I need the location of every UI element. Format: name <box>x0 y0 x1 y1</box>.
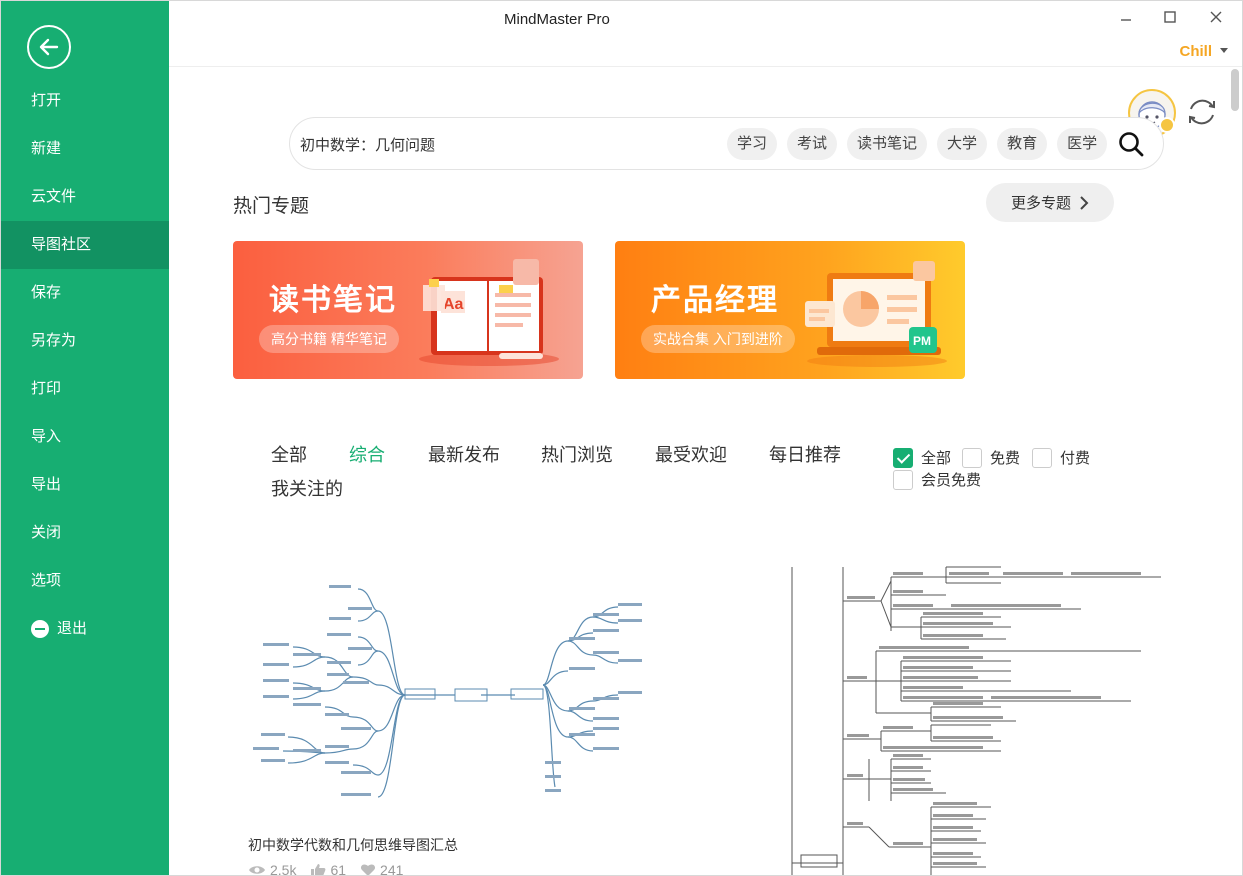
minimize-icon <box>1121 19 1131 21</box>
heart-icon <box>361 864 376 875</box>
banner-reading-notes[interactable]: 读书笔记 高分书籍 精华笔记 Aa <box>233 241 583 379</box>
sidebar-item-options[interactable]: 选项 <box>1 557 169 605</box>
sidebar-item-save[interactable]: 保存 <box>1 269 169 317</box>
sidebar: 打开 新建 云文件 导图社区 保存 另存为 打印 导入 导出 关闭 选项 退出 <box>1 1 169 875</box>
checkbox-checked[interactable] <box>893 447 913 468</box>
sidebar-item-label: 退出 <box>57 620 88 637</box>
likes-count: 61 <box>330 862 347 876</box>
more-topics-label: 更多专题 <box>1010 195 1071 212</box>
search-tag[interactable]: 学习 <box>727 128 778 160</box>
banner-title: 产品经理 <box>651 284 779 317</box>
card-title[interactable]: 初中数学代数和几何思维导图汇总 <box>248 835 458 855</box>
filter-paid[interactable]: 付费 <box>1032 447 1090 468</box>
filter-label: 付费 <box>1060 450 1091 467</box>
minimize-button[interactable] <box>1114 5 1138 25</box>
sidebar-item-import[interactable]: 导入 <box>1 413 169 461</box>
checkbox[interactable] <box>962 447 982 468</box>
svg-text:Aa: Aa <box>443 296 464 313</box>
sync-icon <box>1189 99 1215 125</box>
vip-badge-icon <box>1159 117 1175 133</box>
tab-daily-pick[interactable]: 每日推荐 <box>769 441 841 467</box>
banner-product-manager[interactable]: 产品经理 实战合集 入门到进阶 PM <box>615 241 965 379</box>
window-title: MindMaster Pro <box>504 11 610 28</box>
caret-down-icon[interactable] <box>1220 48 1228 53</box>
minus-circle-icon <box>31 620 49 638</box>
back-button[interactable] <box>27 25 71 69</box>
filter-all[interactable]: 全部 <box>893 447 951 468</box>
search-tag[interactable]: 大学 <box>937 128 988 160</box>
sidebar-item-cloud[interactable]: 云文件 <box>1 173 169 221</box>
search-tag[interactable]: 医学 <box>1057 128 1108 160</box>
sidebar-item-print[interactable]: 打印 <box>1 365 169 413</box>
chevron-right-icon <box>1080 195 1089 210</box>
filter-label: 免费 <box>990 450 1021 467</box>
close-button[interactable] <box>1204 7 1228 27</box>
filter-member-free[interactable]: 会员免费 <box>893 469 981 490</box>
sidebar-item-save-as[interactable]: 另存为 <box>1 317 169 365</box>
search-tag[interactable]: 考试 <box>787 128 838 160</box>
tab-most-popular[interactable]: 最受欢迎 <box>655 441 727 467</box>
sidebar-item-new[interactable]: 新建 <box>1 125 169 173</box>
likes-stat: 61 <box>310 862 347 876</box>
laptop-illustration-icon: PM <box>805 261 947 367</box>
search-input[interactable] <box>300 136 600 153</box>
checkbox[interactable] <box>893 469 913 490</box>
sidebar-item-open[interactable]: 打开 <box>1 77 169 125</box>
user-menu[interactable]: Chill <box>1180 43 1213 60</box>
search-bar: 学习 考试 读书笔记 大学 教育 医学 <box>289 117 1164 170</box>
views-count: 2.5k <box>270 862 297 876</box>
sync-button[interactable] <box>1185 95 1219 129</box>
search-tag[interactable]: 读书笔记 <box>847 128 928 160</box>
scroll-thumb[interactable] <box>1231 69 1239 111</box>
mindmap-thumbnail <box>771 561 1171 875</box>
sidebar-item-community[interactable]: 导图社区 <box>1 221 169 269</box>
tab-all[interactable]: 全部 <box>271 441 307 467</box>
tab-latest[interactable]: 最新发布 <box>428 441 500 467</box>
filter-free[interactable]: 免费 <box>962 447 1020 468</box>
eye-icon <box>249 866 265 874</box>
banner-title: 读书笔记 <box>269 284 397 317</box>
more-topics-button[interactable]: 更多专题 <box>986 183 1114 222</box>
arrow-left-icon <box>39 38 59 56</box>
sidebar-item-export[interactable]: 导出 <box>1 461 169 509</box>
search-button[interactable] <box>1117 130 1145 158</box>
book-illustration-icon: Aa <box>419 259 559 366</box>
search-icon <box>1119 132 1144 157</box>
thumbs-up-icon <box>311 864 326 875</box>
tab-hot-browse[interactable]: 热门浏览 <box>541 441 613 467</box>
mindmap-card[interactable] <box>771 561 1171 875</box>
title-bar: MindMaster Pro Chill <box>169 1 1242 67</box>
card-stats: 2.5k 61 241 <box>248 862 404 876</box>
search-tags: 学习 考试 读书笔记 大学 教育 医学 <box>727 128 1108 160</box>
favorites-stat: 241 <box>360 862 404 876</box>
filter-label: 全部 <box>921 450 952 467</box>
mindmap-card[interactable]: 初中数学代数和几何思维导图汇总 2.5k 61 241 <box>233 561 677 876</box>
maximize-button[interactable] <box>1158 7 1182 27</box>
tab-comprehensive[interactable]: 综合 <box>349 441 385 467</box>
tab-following[interactable]: 我关注的 <box>271 475 343 501</box>
close-icon <box>1210 11 1222 23</box>
maximize-icon <box>1164 11 1176 23</box>
banner-subtitle: 实战合集 入门到进阶 <box>641 325 795 353</box>
scrollbar[interactable] <box>1230 67 1240 875</box>
svg-text:PM: PM <box>913 334 931 348</box>
sidebar-item-close[interactable]: 关闭 <box>1 509 169 557</box>
views-stat: 2.5k <box>248 862 297 876</box>
checkbox[interactable] <box>1032 447 1052 468</box>
search-tag[interactable]: 教育 <box>997 128 1048 160</box>
sidebar-menu: 打开 新建 云文件 导图社区 保存 另存为 打印 导入 导出 关闭 选项 退出 <box>1 77 169 653</box>
app-window: 打开 新建 云文件 导图社区 保存 另存为 打印 导入 导出 关闭 选项 退出 … <box>0 0 1243 876</box>
mindmap-thumbnail <box>233 561 677 821</box>
banner-subtitle: 高分书籍 精华笔记 <box>259 325 399 353</box>
filter-label: 会员免费 <box>921 472 982 489</box>
favorites-count: 241 <box>380 862 404 876</box>
hot-topics-title: 热门专题 <box>233 196 310 217</box>
sidebar-item-exit[interactable]: 退出 <box>1 605 169 653</box>
